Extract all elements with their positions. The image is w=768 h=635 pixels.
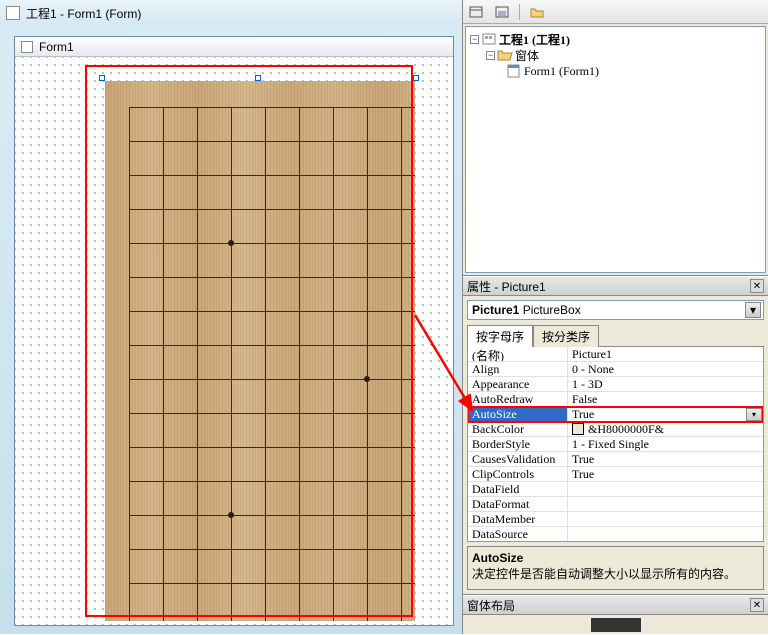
property-desc-text: 决定控件是否能自动调整大小以显示所有的内容。 (472, 565, 759, 582)
folder-open-icon (497, 48, 513, 62)
dropdown-icon[interactable]: ▾ (746, 408, 762, 421)
form-titlebar-icon (21, 41, 33, 53)
prop-row-dataformat: DataFormat (468, 497, 763, 512)
project-explorer-panel: − 工程1 (工程1) − 窗体 Form1 (Form1) (463, 0, 768, 276)
prop-row-autoredraw: AutoRedrawFalse (468, 392, 763, 407)
layout-preview[interactable] (463, 615, 768, 635)
prop-row-datafield: DataField (468, 482, 763, 497)
tree-collapse-icon[interactable]: − (470, 35, 479, 44)
prop-row-backcolor: BackColor&H8000000F& (468, 422, 763, 437)
tab-categorized[interactable]: 按分类序 (533, 325, 599, 347)
color-swatch-icon (572, 423, 584, 435)
layout-title-bar: 窗体布局 ✕ (463, 595, 768, 615)
chevron-down-icon[interactable]: ▾ (745, 302, 761, 318)
view-code-icon[interactable] (467, 4, 485, 20)
toggle-folders-icon[interactable] (528, 4, 546, 20)
prop-row-clipcontrols: ClipControlsTrue (468, 467, 763, 482)
mdi-title-text: 工程1 - Form1 (Form) (26, 5, 141, 22)
layout-title-text: 窗体布局 (467, 597, 515, 614)
form-body-grid[interactable] (15, 57, 453, 625)
close-icon[interactable]: ✕ (750, 598, 764, 612)
prop-row-borderstyle: BorderStyle1 - Fixed Single (468, 437, 763, 452)
prop-row-datasource: DataSource (468, 527, 763, 542)
form-file-icon (506, 64, 522, 78)
project-tree[interactable]: − 工程1 (工程1) − 窗体 Form1 (Form1) (465, 26, 766, 273)
form-layout-panel: 窗体布局 ✕ (463, 594, 768, 634)
properties-panel: 属性 - Picture1 ✕ Picture1 PictureBox ▾ 按字… (463, 276, 768, 594)
property-desc-name: AutoSize (472, 551, 759, 565)
tree-form1-label: Form1 (Form1) (524, 64, 599, 79)
tree-forms-label: 窗体 (515, 47, 539, 64)
project-explorer-toolbar (463, 0, 768, 24)
prop-row-autosize: AutoSizeTrue▾ (468, 407, 763, 422)
form-icon (6, 6, 20, 20)
form-designer-area: 工程1 - Form1 (Form) Form1 (0, 0, 462, 634)
tree-collapse-icon[interactable]: − (486, 51, 495, 60)
close-icon[interactable]: ✕ (750, 279, 764, 293)
tree-node-forms-folder[interactable]: − 窗体 (470, 47, 761, 63)
object-selector[interactable]: Picture1 PictureBox ▾ (467, 300, 764, 320)
mdi-title-bar: 工程1 - Form1 (Form) (0, 0, 462, 26)
form-titlebar: Form1 (15, 37, 453, 57)
property-grid[interactable]: (名称)Picture1 Align0 - None Appearance1 -… (467, 347, 764, 542)
properties-title-text: 属性 - Picture1 (467, 278, 546, 295)
tree-project-label: 工程1 (工程1) (499, 31, 570, 48)
project-icon (481, 32, 497, 46)
form-designer-canvas[interactable]: Form1 (14, 36, 454, 626)
selector-object-name: Picture1 (472, 303, 519, 317)
view-object-icon[interactable] (493, 4, 511, 20)
picturebox-go-board[interactable] (105, 81, 415, 621)
go-board-grid (129, 107, 415, 621)
property-description: AutoSize 决定控件是否能自动调整大小以显示所有的内容。 (467, 546, 764, 590)
prop-row-causesvalidation: CausesValidationTrue (468, 452, 763, 467)
right-dock: − 工程1 (工程1) − 窗体 Form1 (Form1) 属性 - Pict… (462, 0, 768, 634)
form-caption: Form1 (39, 40, 74, 54)
prop-row-align: Align0 - None (468, 362, 763, 377)
prop-row-name: (名称)Picture1 (468, 347, 763, 362)
tree-node-project[interactable]: − 工程1 (工程1) (470, 31, 761, 47)
prop-row-datamember: DataMember (468, 512, 763, 527)
tab-alphabetic[interactable]: 按字母序 (467, 325, 533, 347)
properties-title-bar: 属性 - Picture1 ✕ (463, 276, 768, 296)
selector-object-type: PictureBox (523, 303, 581, 317)
tree-node-form1[interactable]: Form1 (Form1) (470, 63, 761, 79)
property-sort-tabs: 按字母序 按分类序 (467, 324, 764, 347)
prop-row-appearance: Appearance1 - 3D (468, 377, 763, 392)
